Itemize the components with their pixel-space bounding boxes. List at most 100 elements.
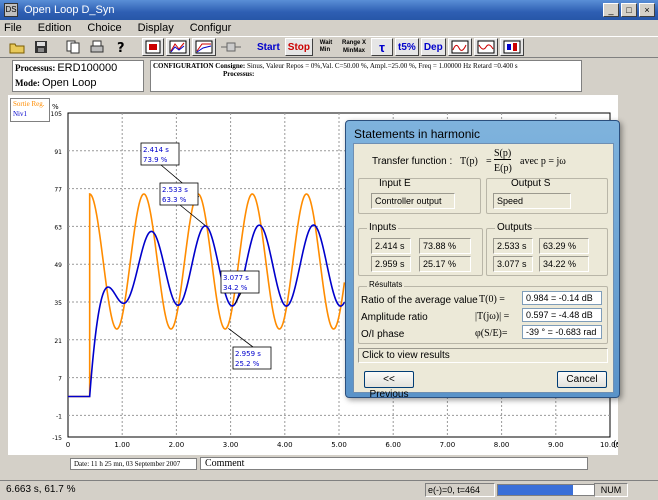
minimize-button[interactable]: _ — [603, 3, 619, 17]
x-unit-label: (s) — [613, 440, 618, 450]
x-tick-label: 8.00 — [494, 441, 510, 449]
input-v1: 73.88 % — [419, 238, 471, 254]
output-value: Speed — [493, 193, 571, 209]
avg-symbol: T(0) = — [479, 294, 505, 305]
processus-label: Processus: — [223, 70, 255, 78]
save-icon[interactable] — [30, 38, 52, 56]
y-tick-label: 7 — [58, 376, 62, 383]
dialog-body: Transfer function : T(p) = S(p) E(p) ave… — [353, 143, 614, 400]
phase-label: O/I phase — [361, 329, 405, 340]
cancel-button[interactable]: Cancel — [557, 371, 607, 388]
process-value: ERD100000 — [57, 62, 118, 74]
y-tick-label: -15 — [52, 435, 62, 442]
minmax-label: MinMax — [343, 48, 366, 54]
annotation-value: 25.2 % — [235, 360, 260, 368]
output-t2: 3.077 s — [493, 256, 533, 272]
input-value: Controller output — [371, 193, 455, 209]
annotation-time: 3.077 s — [223, 274, 249, 282]
input-t1: 2.414 s — [371, 238, 411, 254]
dialog-title: Statements in harmonic — [354, 127, 481, 141]
input-t2: 2.959 s — [371, 256, 411, 272]
title-bar: DS Open Loop D_Syn _ □ × — [0, 0, 658, 20]
x-tick-label: 2.00 — [169, 441, 185, 449]
outputs-label: Outputs — [495, 222, 535, 233]
tf-numerator: S(p) — [494, 148, 512, 160]
scale-icon[interactable]: Wait Min — [315, 38, 337, 56]
menu-configur[interactable]: Configur — [190, 22, 232, 34]
annotation-value: 63.3 % — [162, 196, 187, 204]
outputs-group: Outputs 2.533 s 63.29 % 3.077 s 34.22 % — [486, 222, 608, 276]
t5-button[interactable]: t5% — [395, 38, 419, 56]
configuration-info: CONFIGURATION Consigne: Sinus, Valeur Re… — [150, 60, 582, 92]
amp-symbol: |T(jω)| = — [475, 311, 510, 322]
process-info: Processus: ERD100000 Mode: Open Loop — [12, 60, 144, 92]
toolbar: ? Start Stop Wait Min Range X MinMax τ t… — [0, 36, 658, 58]
results-hint[interactable]: Click to view results — [358, 348, 608, 363]
help-icon[interactable]: ? — [110, 38, 132, 56]
app-icon: DS — [4, 3, 18, 17]
progress-bar — [497, 484, 595, 496]
y-tick-label: 91 — [54, 149, 62, 156]
amp-label: Amplitude ratio — [361, 312, 428, 323]
toolbar-separator — [54, 38, 60, 56]
legend: Sortie Reg. Niv1 — [10, 98, 50, 122]
legend-sortie-reg: Sortie Reg. — [13, 100, 45, 108]
x-tick-label: 3.00 — [223, 441, 239, 449]
window-title: Open Loop D_Syn — [24, 4, 115, 16]
input-group: Input E Controller output — [358, 178, 481, 214]
results-label: Résultats — [367, 280, 405, 289]
nyquist-icon[interactable] — [473, 38, 498, 56]
stop-button[interactable]: Stop — [284, 38, 314, 56]
annotation-value: 73.9 % — [143, 156, 168, 164]
x-tick-label: 1.00 — [114, 441, 130, 449]
y-tick-label: 35 — [54, 300, 62, 307]
annotation-time: 2.959 s — [235, 350, 261, 358]
output-t1: 2.533 s — [493, 238, 533, 254]
num-lock-indicator: NUM — [594, 483, 628, 497]
chart2-icon[interactable] — [192, 38, 216, 56]
tf-denominator: E(p) — [494, 163, 512, 174]
cursor-coordinates: 6.663 s, 61.7 % — [6, 484, 76, 495]
diagram-icon[interactable] — [499, 38, 524, 56]
copy-icon[interactable] — [62, 38, 84, 56]
open-icon[interactable] — [6, 38, 28, 56]
x-tick-label: 4.00 — [277, 441, 293, 449]
close-button[interactable]: × — [639, 3, 655, 17]
menu-edition[interactable]: Edition — [38, 22, 72, 34]
process-icon[interactable] — [142, 38, 164, 56]
output-label: Output S — [511, 178, 551, 189]
x-tick-label: 7.00 — [440, 441, 456, 449]
input-label: Input E — [379, 178, 411, 189]
menu-choice[interactable]: Choice — [87, 22, 121, 34]
results-group: Résultats Ratio of the average value T(0… — [358, 280, 608, 344]
tau-button[interactable]: τ — [371, 38, 394, 56]
maximize-button[interactable]: □ — [621, 3, 637, 17]
date-stamp: Date: 11 h 25 mn, 03 September 2007 — [70, 458, 197, 470]
wait-min-label: Wait Min — [319, 40, 333, 53]
menu-file[interactable]: File — [4, 22, 22, 34]
chart-icon[interactable] — [166, 38, 190, 56]
status-bar: 6.663 s, 61.7 % e(-)=0, t=464 NUM — [0, 480, 658, 500]
transfer-icon[interactable] — [218, 38, 244, 56]
comment-field[interactable]: Comment — [200, 457, 588, 470]
print-icon[interactable] — [86, 38, 108, 56]
menu-display[interactable]: Display — [138, 22, 174, 34]
dep-button[interactable]: Dep — [420, 38, 446, 56]
minmax-icon[interactable]: Range X MinMax — [339, 38, 369, 56]
toolbar-separator — [134, 38, 140, 56]
output-group: Output S Speed — [486, 178, 608, 214]
output-v2: 34.22 % — [539, 256, 589, 272]
y-tick-label: 49 — [54, 262, 62, 269]
y-tick-label: 63 — [54, 224, 62, 231]
start-button[interactable]: Start — [254, 38, 283, 56]
config-label: CONFIGURATION — [153, 62, 214, 70]
avg-value: 0.984 = -0.14 dB — [522, 291, 602, 305]
phase-value: -39 ° = -0.683 rad — [522, 325, 602, 339]
harmonic-dialog: Statements in harmonic Transfer function… — [345, 120, 620, 400]
previous-button[interactable]: << Previous — [364, 371, 414, 400]
bode-icon[interactable] — [447, 38, 472, 56]
phase-symbol: φ(S/E)= — [475, 328, 508, 339]
tf-lhs: T(p) — [460, 156, 478, 167]
consigne-label: Consigne: — [215, 62, 246, 70]
svg-text:?: ? — [117, 41, 125, 54]
